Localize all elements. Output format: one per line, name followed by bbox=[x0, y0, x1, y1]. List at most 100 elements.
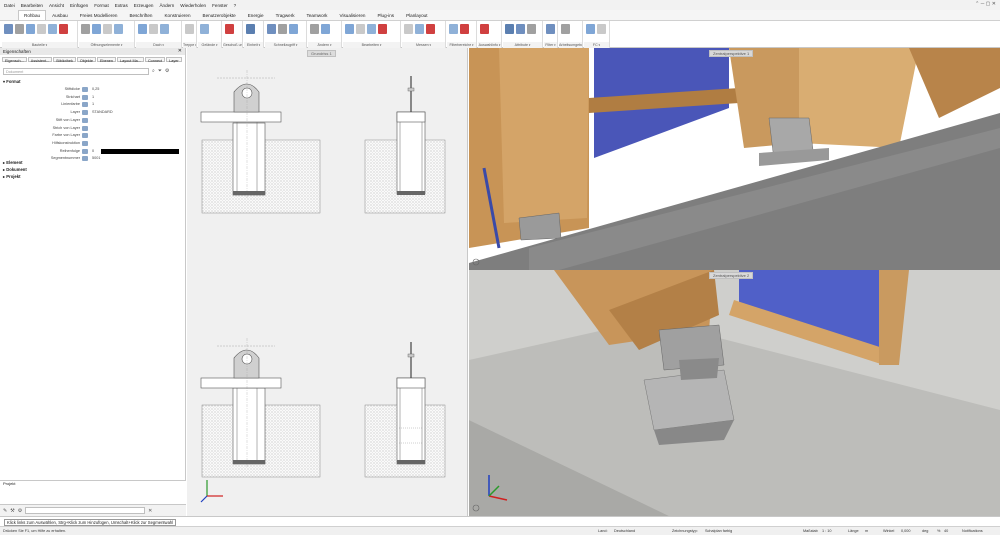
property-row[interactable]: Farbe von Layer bbox=[0, 132, 186, 139]
ribbon-tab[interactable]: Visualisieren bbox=[333, 10, 371, 20]
line-color-swatch[interactable] bbox=[101, 149, 179, 154]
ribbon-tab[interactable]: Tragwerk bbox=[270, 10, 301, 20]
menu-item[interactable]: Ändern bbox=[159, 3, 174, 8]
ribbon-tool-icon[interactable] bbox=[37, 24, 46, 34]
close-icon[interactable]: ✕ bbox=[178, 48, 182, 55]
ribbon-tool-icon[interactable] bbox=[289, 24, 298, 34]
property-row[interactable]: Strich von Layer bbox=[0, 125, 186, 132]
menu-item[interactable]: Erzeugen bbox=[134, 3, 154, 8]
properties-tab[interactable]: Layer bbox=[166, 57, 182, 63]
status-notifications[interactable]: Notifications bbox=[962, 529, 983, 533]
ribbon-tab[interactable]: Teamwork bbox=[301, 10, 334, 20]
section-header[interactable]: ▸ Dokument bbox=[3, 167, 27, 172]
ribbon-tool-icon[interactable] bbox=[415, 24, 424, 34]
property-row[interactable]: Segmentnummer 5001 bbox=[0, 155, 186, 162]
ribbon-tool-icon[interactable] bbox=[597, 24, 606, 34]
status-drawing-type-value[interactable]: Schalplan farbig bbox=[705, 529, 732, 533]
properties-tab[interactable]: Connect bbox=[144, 57, 166, 63]
plan-view[interactable]: Grundriss 1 bbox=[187, 48, 468, 516]
pen-icon[interactable]: ✎ bbox=[3, 508, 7, 514]
ribbon-tool-icon[interactable] bbox=[404, 24, 413, 34]
tools-icon[interactable]: ⚙ bbox=[18, 508, 22, 514]
ribbon-tool-icon[interactable] bbox=[246, 24, 255, 34]
ribbon-tab[interactable]: Energie bbox=[242, 10, 270, 20]
section-header[interactable]: ▸ Element bbox=[3, 160, 23, 165]
status-length-value[interactable]: m bbox=[865, 529, 868, 533]
properties-tab[interactable]: Layout Ma... bbox=[117, 57, 144, 63]
ribbon-tool-icon[interactable] bbox=[356, 24, 365, 34]
ribbon-tool-icon[interactable] bbox=[449, 24, 458, 34]
ribbon-tool-icon[interactable] bbox=[185, 24, 194, 34]
ribbon-tool-icon[interactable] bbox=[149, 24, 158, 34]
menu-item[interactable]: Datei bbox=[4, 3, 15, 8]
ribbon-tool-icon[interactable] bbox=[378, 24, 387, 34]
section-header[interactable]: ▸ Projekt bbox=[3, 174, 20, 179]
property-row[interactable]: Layer STANDARD bbox=[0, 109, 186, 116]
ribbon-tool-icon[interactable] bbox=[200, 24, 209, 34]
command-input[interactable] bbox=[25, 507, 146, 514]
ribbon-tool-icon[interactable] bbox=[505, 24, 514, 34]
ribbon-tool-icon[interactable] bbox=[103, 24, 112, 34]
menu-item[interactable]: ? bbox=[234, 3, 237, 8]
ribbon-tab[interactable]: Beschriften bbox=[123, 10, 158, 20]
ribbon-tool-icon[interactable] bbox=[81, 24, 90, 34]
ribbon-tab[interactable]: Planlayout bbox=[400, 10, 433, 20]
menu-item[interactable]: Format bbox=[94, 3, 109, 8]
ribbon-tool-icon[interactable] bbox=[92, 24, 101, 34]
properties-tab[interactable]: Ebenen bbox=[96, 57, 117, 63]
ribbon-tool-icon[interactable] bbox=[546, 24, 555, 34]
search-icon[interactable]: ⌕ bbox=[152, 68, 155, 74]
menu-item[interactable]: Fenster bbox=[212, 3, 228, 8]
section-format[interactable]: ▾ Format bbox=[3, 79, 20, 84]
ribbon-tool-icon[interactable] bbox=[321, 24, 330, 34]
ribbon-tool-icon[interactable] bbox=[367, 24, 376, 34]
ribbon-tool-icon[interactable] bbox=[586, 24, 595, 34]
ribbon-tab[interactable]: Plug-ins bbox=[371, 10, 400, 20]
ribbon-tool-icon[interactable] bbox=[527, 24, 536, 34]
status-percent-value[interactable]: 40 bbox=[944, 529, 948, 533]
property-value[interactable]: 1 bbox=[92, 95, 94, 99]
properties-tab[interactable]: Bibliothek bbox=[53, 57, 76, 63]
status-land-value[interactable]: Deutschland bbox=[614, 529, 635, 533]
property-row[interactable]: Strichart 1 bbox=[0, 94, 186, 101]
ribbon-tool-icon[interactable] bbox=[138, 24, 147, 34]
ribbon-tab[interactable]: Rohbau bbox=[18, 10, 47, 20]
wrench-icon[interactable]: ⚒ bbox=[10, 508, 14, 514]
perspective-view-top[interactable]: Zentralperspektive 1 bbox=[469, 48, 1000, 270]
ribbon-tool-icon[interactable] bbox=[310, 24, 319, 34]
ribbon-tool-icon[interactable] bbox=[15, 24, 24, 34]
menu-item[interactable]: Ansicht bbox=[49, 3, 64, 8]
property-row[interactable]: Hilfskonstruktion bbox=[0, 140, 186, 147]
window-controls[interactable]: ⌃ ─ ▢ ✕ bbox=[975, 1, 996, 7]
menu-item[interactable]: Extras bbox=[115, 3, 128, 8]
ribbon-tool-icon[interactable] bbox=[48, 24, 57, 34]
status-angle-value[interactable]: 0,000 bbox=[901, 529, 911, 533]
ribbon-tool-icon[interactable] bbox=[267, 24, 276, 34]
property-row[interactable]: Stift von Layer bbox=[0, 117, 186, 124]
ribbon-tool-icon[interactable] bbox=[561, 24, 570, 34]
property-value[interactable]: 0 bbox=[92, 149, 94, 153]
menu-item[interactable]: Wiederholen bbox=[180, 3, 206, 8]
properties-tab[interactable]: Objekte bbox=[76, 57, 96, 63]
ribbon-tool-icon[interactable] bbox=[160, 24, 169, 34]
ribbon-tab[interactable]: Konstruieren bbox=[158, 10, 196, 20]
property-row[interactable]: Stiftdicke 0,25 bbox=[0, 86, 186, 93]
document-filter-field[interactable]: Dokument bbox=[3, 68, 149, 75]
ribbon-tab[interactable]: Ausbau bbox=[46, 10, 74, 20]
property-value[interactable]: 5001 bbox=[92, 156, 100, 160]
ribbon-tool-icon[interactable] bbox=[426, 24, 435, 34]
ribbon-tab[interactable]: Freies Modellieren bbox=[74, 10, 124, 20]
property-value[interactable]: STANDARD bbox=[92, 110, 113, 114]
menu-item[interactable]: Bearbeiten bbox=[21, 3, 43, 8]
status-scale-value[interactable]: 1 : 10 bbox=[822, 529, 832, 533]
ribbon-tab[interactable]: Benutzerobjekte bbox=[197, 10, 242, 20]
close-icon[interactable]: ✕ bbox=[148, 508, 152, 514]
ribbon-tool-icon[interactable] bbox=[480, 24, 489, 34]
properties-tab[interactable]: Assistent... bbox=[27, 57, 53, 63]
property-value[interactable]: 1 bbox=[92, 102, 94, 106]
property-row[interactable]: Linienfarbe 1 bbox=[0, 101, 186, 108]
ribbon-tool-icon[interactable] bbox=[345, 24, 354, 34]
settings-icon[interactable]: ⚙ bbox=[165, 68, 169, 74]
filter-icon[interactable]: ⏷ bbox=[158, 68, 162, 74]
ribbon-tool-icon[interactable] bbox=[460, 24, 469, 34]
